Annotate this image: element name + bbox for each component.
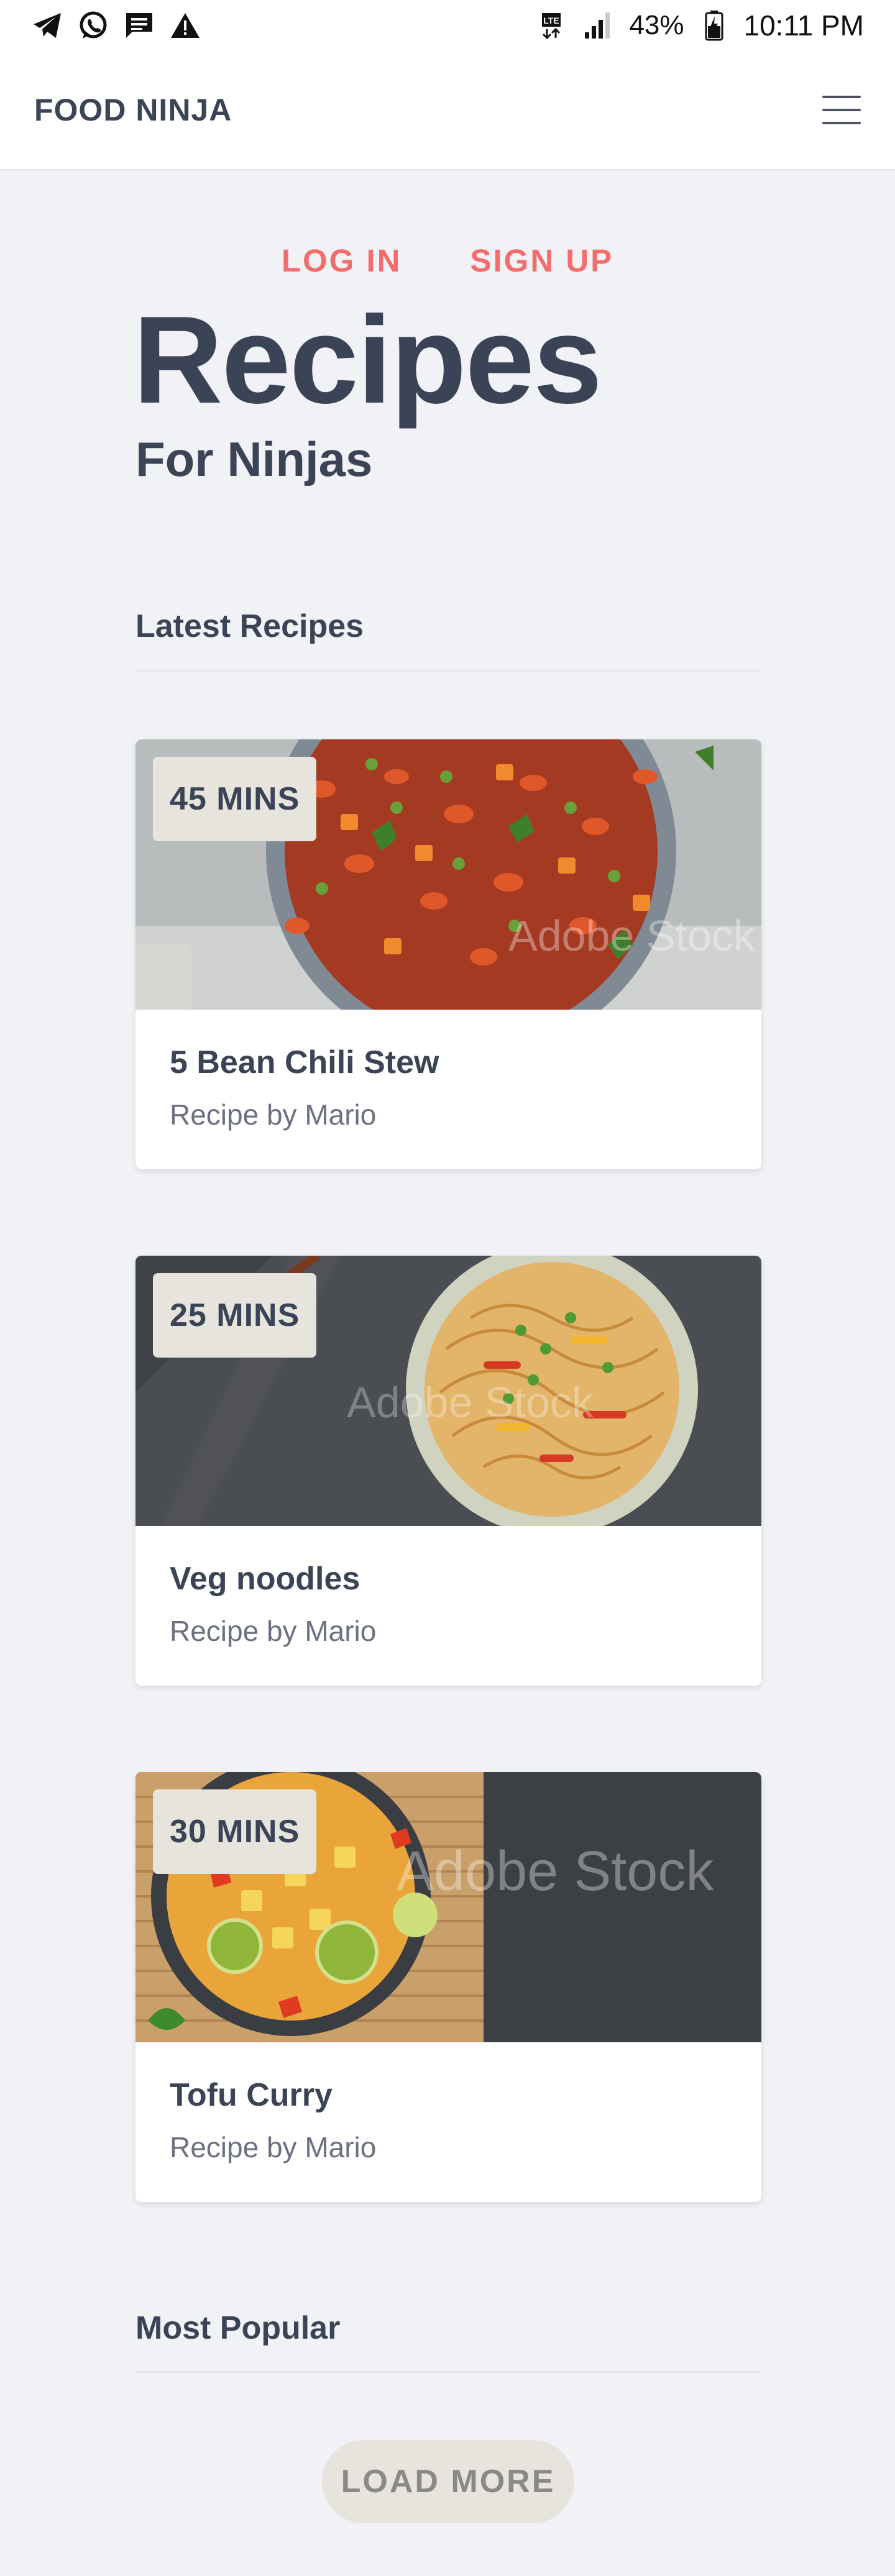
signal-icon [583,9,615,42]
login-link[interactable]: LOG IN [282,242,402,279]
telegram-icon [31,9,63,42]
status-bar: LTE 43% 10:11 PM [0,0,895,51]
whatsapp-icon [77,9,109,42]
recipe-image-tofu-curry: Adobe Stock 30 MINS [135,1772,761,2042]
hero-title: Recipes [133,291,602,429]
recipe-card-body: Tofu Curry Recipe by Mario [135,2042,761,2202]
warning-icon [169,9,201,42]
adobe-stock-watermark: Adobe Stock [397,1840,714,1902]
recipe-title[interactable]: 5 Bean Chili Stew [170,1044,439,1081]
cook-time-badge: 25 MINS [153,1273,317,1358]
section-divider [135,670,761,672]
recipe-author: Recipe by Mario [170,1098,377,1131]
cook-time-badge: 30 MINS [153,1789,317,1874]
brand-logo[interactable]: FOOD NINJA [34,92,232,128]
battery-percent: 43% [629,10,684,40]
recipe-card[interactable]: Adobe Stock 25 MINS Veg noodles Recipe b… [135,1256,761,1686]
adobe-stock-watermark: Adobe Stock [347,1378,594,1427]
lte-icon: LTE [537,9,569,42]
auth-links: LOG IN SIGN UP [0,242,895,279]
recipe-image-chili-stew: Adobe Stock 45 MINS [135,739,761,1010]
recipe-author: Recipe by Mario [170,2131,377,2163]
status-right-icons: LTE 43% 10:11 PM [537,9,864,42]
adobe-stock-watermark: Adobe Stock [508,911,756,960]
top-navbar: FOOD NINJA [0,51,895,169]
hamburger-menu-icon[interactable] [822,96,861,124]
recipe-title[interactable]: Tofu Curry [170,2076,333,2114]
latest-recipes-heading: Latest Recipes [135,608,364,644]
recipe-card[interactable]: Adobe Stock 30 MINS Tofu Curry Recipe by… [135,1772,761,2202]
most-popular-heading: Most Popular [135,2310,341,2346]
section-divider [135,2371,761,2373]
recipe-card-body: Veg noodles Recipe by Mario [135,1526,761,1686]
battery-icon [698,9,730,42]
clock: 10:11 PM [743,9,864,42]
recipe-card-body: 5 Bean Chili Stew Recipe by Mario [135,1010,761,1169]
message-icon [123,9,155,42]
recipe-image-veg-noodles: Adobe Stock 25 MINS [135,1256,761,1526]
load-more-button[interactable]: LOAD MORE [322,2440,574,2523]
svg-text:LTE: LTE [544,16,559,25]
cook-time-badge: 45 MINS [153,757,317,841]
hero-subtitle: For Ninjas [135,432,373,486]
recipe-title[interactable]: Veg noodles [170,1560,360,1597]
signup-link[interactable]: SIGN UP [470,242,613,279]
recipe-card[interactable]: Adobe Stock 45 MINS 5 Bean Chili Stew Re… [135,739,761,1169]
recipe-author: Recipe by Mario [170,1615,377,1647]
status-left-icons [31,9,201,42]
